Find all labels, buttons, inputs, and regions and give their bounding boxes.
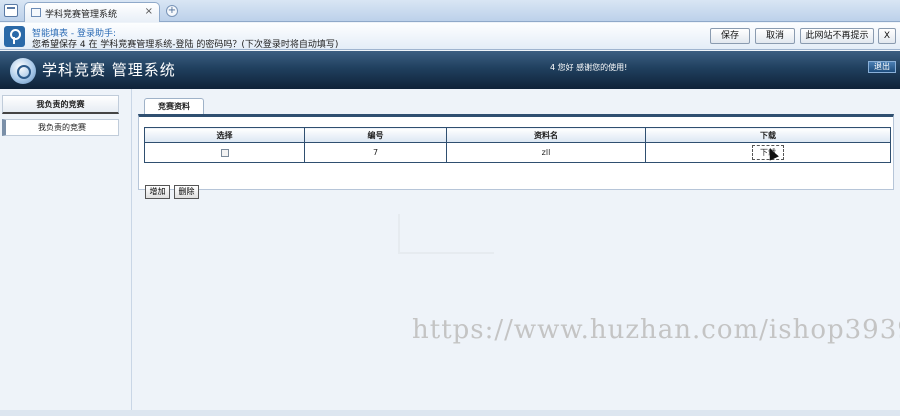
status-strip xyxy=(0,410,900,416)
main-content: 竞赛资料 选择 编号 资料名 下载 7 zll 下载 增加 删除 xyxy=(138,96,894,199)
system-title: 学科竞赛 管理系统 xyxy=(42,61,176,79)
new-tab-icon[interactable]: + xyxy=(166,5,178,17)
column-header-id: 编号 xyxy=(304,127,447,143)
save-password-button[interactable]: 保存 xyxy=(710,28,750,44)
tab-competition-materials[interactable]: 竞赛资料 xyxy=(144,98,204,115)
add-button[interactable]: 增加 xyxy=(145,185,170,199)
column-header-select: 选择 xyxy=(144,127,305,143)
password-save-bar: 智能填表 - 登录助手: 您希望保存 4 在 学科竞赛管理系统-登陆 的密码吗？… xyxy=(0,23,900,50)
row-checkbox[interactable] xyxy=(220,148,229,157)
cancel-button[interactable]: 取消 xyxy=(755,28,795,44)
table-row: 7 zll 下载 xyxy=(144,142,891,163)
column-header-name: 资料名 xyxy=(446,127,646,143)
materials-table: 选择 编号 资料名 下载 7 zll 下载 xyxy=(144,127,891,163)
browser-tab-bar: 学科竞赛管理系统 × + xyxy=(0,0,900,22)
sidebar-item-my-competitions[interactable]: 我负责的竞赛 xyxy=(2,119,119,136)
sidebar-header: 我负责的竞赛 xyxy=(2,95,119,114)
logout-button[interactable]: 退出 xyxy=(868,61,896,73)
notification-message: 您希望保存 4 在 学科竞赛管理系统-登陆 的密码吗？(下次登录时将自动填写) xyxy=(32,40,339,50)
watermark: https://www.huzhan.com/ishop39397 xyxy=(412,315,900,345)
row-select-cell xyxy=(144,142,305,163)
browser-tab[interactable]: 学科竞赛管理系统 × xyxy=(24,2,160,22)
logo-icon xyxy=(10,58,36,84)
browser-tab-title: 学科竞赛管理系统 xyxy=(45,10,118,20)
welcome-message: 4 您好 感谢您的使用! xyxy=(550,63,628,72)
row-id-cell: 7 xyxy=(304,142,447,163)
close-tab-icon[interactable]: × xyxy=(145,6,153,17)
browser-menu-icon[interactable] xyxy=(4,4,18,17)
app-header: 学科竞赛 管理系统 4 您好 感谢您的使用! 退出 xyxy=(0,51,900,89)
page-favicon-icon xyxy=(31,8,41,17)
faint-artifact xyxy=(398,214,494,254)
never-remind-button[interactable]: 此网站不再提示 xyxy=(800,28,874,44)
materials-panel: 选择 编号 资料名 下载 7 zll 下载 增加 删除 xyxy=(138,114,894,199)
close-notification-button[interactable]: X xyxy=(878,28,896,44)
row-name-cell: zll xyxy=(446,142,646,163)
table-header-row: 选择 编号 资料名 下载 xyxy=(144,127,891,143)
key-icon xyxy=(4,26,25,47)
delete-button[interactable]: 删除 xyxy=(174,185,199,199)
sidebar: 我负责的竞赛 我负责的竞赛 xyxy=(0,89,132,416)
column-header-download: 下载 xyxy=(645,127,891,143)
